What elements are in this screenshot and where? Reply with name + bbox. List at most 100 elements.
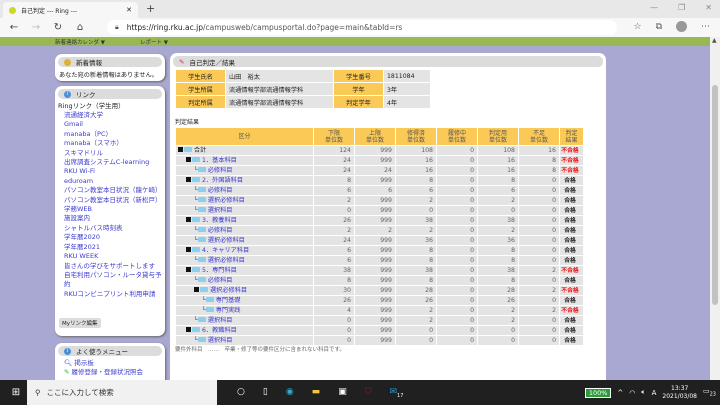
cortana-icon[interactable]: ○ bbox=[237, 387, 245, 399]
new-tab-button[interactable]: + bbox=[146, 2, 155, 15]
category-cell[interactable]: 5．専門科目 bbox=[175, 265, 314, 276]
value-cell: 999 bbox=[354, 285, 396, 296]
collapse-icon[interactable] bbox=[186, 267, 191, 272]
category-cell[interactable]: 選択必修科目 bbox=[175, 285, 314, 296]
more-icon[interactable]: ⋯ bbox=[701, 22, 710, 32]
wifi-icon[interactable]: ◠ bbox=[629, 389, 635, 397]
link-item[interactable]: 流通経済大学 bbox=[55, 111, 165, 120]
link-item[interactable]: シャトルバス時刻表 bbox=[55, 224, 165, 233]
link-item[interactable]: パソコン教室本日状況（龍ケ崎） bbox=[55, 186, 165, 195]
browser-tab[interactable]: 自己判定 --- Ring --- ✕ bbox=[3, 2, 138, 18]
result-cell: 合格 bbox=[559, 215, 584, 226]
scroll-up-icon[interactable]: ▲ bbox=[712, 37, 717, 44]
collapse-icon[interactable] bbox=[186, 217, 191, 222]
ime-icon[interactable]: A bbox=[652, 389, 657, 397]
link-item[interactable]: 自宅利用パソコン・ルータ貸与予約 bbox=[55, 271, 165, 290]
category-cell[interactable]: └ 選択必修科目 bbox=[175, 255, 314, 266]
link-item[interactable]: eduroam bbox=[55, 177, 165, 186]
category-cell[interactable]: └ 必修科目 bbox=[175, 275, 314, 286]
value-cell: 0 bbox=[436, 175, 478, 186]
edit-mylinks-button[interactable]: Myリンク編集 bbox=[59, 318, 101, 328]
scroll-thumb[interactable] bbox=[712, 85, 718, 305]
link-item[interactable]: RKU Wi-Fi bbox=[55, 167, 165, 176]
page-scrollbar[interactable]: ▲ bbox=[710, 37, 720, 380]
nav-report[interactable]: レポート ▼ bbox=[140, 38, 168, 46]
category-cell[interactable]: └ 選択必修科目 bbox=[175, 195, 314, 206]
value-cell: 0 bbox=[395, 335, 437, 346]
category-cell[interactable]: 3．教養科目 bbox=[175, 215, 314, 226]
forward-icon[interactable]: → bbox=[28, 22, 44, 33]
link-item[interactable]: スキマドリル bbox=[55, 149, 165, 158]
link-item[interactable]: 学年暦2021 bbox=[55, 243, 165, 252]
link-item[interactable]: RKU WEEK bbox=[55, 252, 165, 261]
category-cell[interactable]: └ 選択科目 bbox=[175, 335, 314, 346]
favorites-icon[interactable]: ☆ bbox=[633, 22, 641, 32]
reload-icon[interactable]: ↻ bbox=[50, 22, 66, 33]
back-icon[interactable]: ← bbox=[6, 22, 22, 33]
link-item[interactable]: 出席調査システムC-learning bbox=[55, 158, 165, 167]
close-tab-icon[interactable]: ✕ bbox=[126, 6, 132, 14]
url-field[interactable]: 🔒︎ https://ring.rku.ac.jp/campusweb/campu… bbox=[107, 20, 617, 35]
category-cell[interactable]: └ 必修科目 bbox=[175, 185, 314, 196]
collapse-icon[interactable] bbox=[178, 147, 183, 152]
category-cell[interactable]: 6．教職科目 bbox=[175, 325, 314, 336]
chevron-up-icon[interactable]: ^ bbox=[617, 389, 623, 397]
collapse-icon[interactable] bbox=[186, 157, 191, 162]
taskbar-search[interactable]: ⚲ ここに入力して検索 bbox=[27, 380, 217, 405]
value-cell: 999 bbox=[354, 245, 396, 256]
link-item[interactable]: RKUコンビニプリント利用申請 bbox=[55, 290, 165, 299]
store-icon[interactable]: ▣ bbox=[338, 387, 347, 399]
menu-item-registration[interactable]: ✎ 履修登録・登録状況照会 bbox=[55, 368, 165, 377]
notification-icon[interactable]: ▭23 bbox=[703, 387, 716, 397]
home-icon[interactable]: ⌂ bbox=[72, 22, 88, 33]
pencil-icon: ✎ bbox=[64, 368, 72, 377]
file-explorer-icon[interactable]: ▬ bbox=[312, 387, 321, 399]
search-icon: 🔍︎ bbox=[64, 359, 75, 367]
mcafee-icon[interactable]: ⛉ bbox=[365, 387, 372, 399]
battery-indicator[interactable]: 100% bbox=[584, 387, 612, 398]
minimize-icon[interactable]: — bbox=[650, 3, 658, 12]
windows-start-icon[interactable]: ⊞ bbox=[5, 387, 27, 398]
result-cell: 不合格 bbox=[559, 155, 584, 166]
value-cell: 0 bbox=[436, 315, 478, 326]
category-cell[interactable]: └ 必修科目 bbox=[175, 225, 314, 236]
category-cell[interactable]: 合計 bbox=[175, 145, 314, 156]
info-value: 3年 bbox=[383, 82, 431, 96]
collapse-icon[interactable] bbox=[186, 247, 191, 252]
collapse-icon[interactable] bbox=[186, 177, 191, 182]
category-cell[interactable]: └ 必修科目 bbox=[175, 165, 314, 176]
category-cell[interactable]: └ 選択必修科目 bbox=[175, 235, 314, 246]
link-item[interactable]: 皆さんの学びをサポートします bbox=[55, 262, 165, 271]
category-cell[interactable]: 1．基本科目 bbox=[175, 155, 314, 166]
link-item[interactable]: パソコン教室本日状況（新松戸） bbox=[55, 196, 165, 205]
clock[interactable]: 13:37 2021/03/08 bbox=[662, 385, 697, 401]
category-cell[interactable]: 2．外国語科目 bbox=[175, 175, 314, 186]
collections-icon[interactable]: ⧉ bbox=[656, 22, 662, 32]
link-item[interactable]: manaba（スマホ） bbox=[55, 139, 165, 148]
link-item[interactable]: Gmail bbox=[55, 120, 165, 129]
collapse-icon[interactable] bbox=[194, 287, 199, 292]
category-cell[interactable]: └ 選択科目 bbox=[175, 315, 314, 326]
value-cell: 0 bbox=[518, 315, 560, 326]
close-window-icon[interactable]: ✕ bbox=[705, 3, 712, 12]
category-cell[interactable]: └ 選択科目 bbox=[175, 205, 314, 216]
link-item[interactable]: 施設案内 bbox=[55, 214, 165, 223]
volume-icon[interactable]: 🔈︎ bbox=[641, 388, 645, 397]
link-item[interactable]: manaba（PC） bbox=[55, 130, 165, 139]
collapse-icon[interactable] bbox=[186, 327, 191, 332]
menu-item-bulletin[interactable]: 🔍︎ 掲示板 bbox=[55, 359, 165, 368]
column-header: 判定 結果 bbox=[559, 127, 584, 146]
category-cell[interactable]: └ 専門実践 bbox=[175, 305, 314, 316]
category-cell[interactable]: └ 専門基礎 bbox=[175, 295, 314, 306]
link-item[interactable]: 学年暦2020 bbox=[55, 233, 165, 242]
task-view-icon[interactable]: ▯ bbox=[263, 387, 268, 399]
profile-avatar[interactable] bbox=[676, 21, 687, 32]
value-cell: 999 bbox=[354, 305, 396, 316]
value-cell: 2 bbox=[395, 225, 437, 236]
edge-icon[interactable]: ◉ bbox=[286, 387, 294, 399]
maximize-icon[interactable]: ❐ bbox=[678, 3, 685, 12]
info-label: 学生番号 bbox=[333, 69, 384, 83]
category-cell[interactable]: 4．キャリア科目 bbox=[175, 245, 314, 256]
nav-calendar[interactable]: 新着連絡カレンダ ▼ bbox=[55, 38, 105, 46]
mail-icon[interactable]: ✉17 bbox=[389, 387, 403, 399]
